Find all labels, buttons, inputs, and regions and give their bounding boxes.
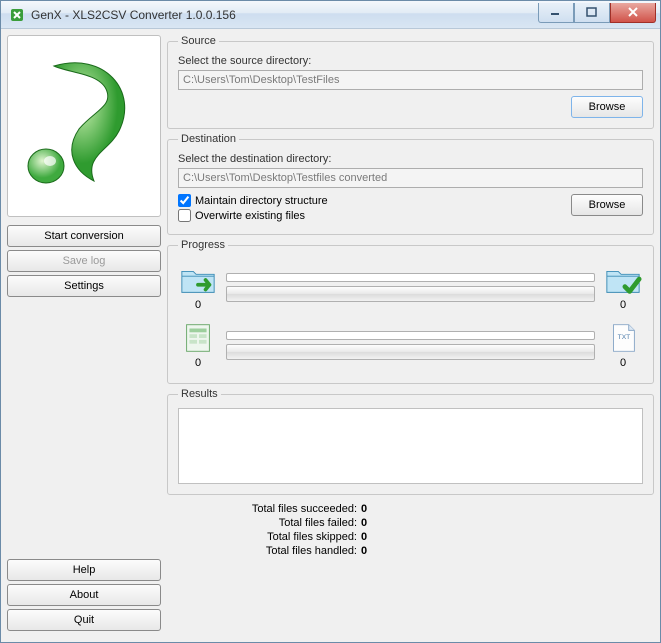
files-out-count: 0 [603, 357, 643, 369]
results-group: Results [167, 388, 654, 495]
progress-bar-files-thin [226, 331, 595, 340]
total-succeeded-value: 0 [361, 503, 367, 515]
progress-bar-folders [226, 286, 595, 302]
titlebar[interactable]: GenX - XLS2CSV Converter 1.0.0.156 [1, 1, 660, 29]
help-button[interactable]: Help [7, 559, 161, 581]
overwrite-files-checkbox[interactable] [178, 209, 191, 222]
progress-group: Progress 0 [167, 239, 654, 384]
minimize-button[interactable] [538, 3, 574, 23]
total-skipped-value: 0 [361, 531, 367, 543]
destination-group: Destination Select the destination direc… [167, 133, 654, 235]
total-failed-label: Total files failed: [197, 517, 357, 529]
source-browse-button[interactable]: Browse [571, 96, 643, 118]
app-icon [9, 7, 25, 23]
progress-bar-folders-thin [226, 273, 595, 282]
results-textarea[interactable] [178, 408, 643, 484]
total-failed-value: 0 [361, 517, 367, 529]
close-button[interactable] [610, 3, 656, 23]
destination-legend: Destination [178, 133, 239, 145]
total-handled-value: 0 [361, 545, 367, 557]
about-button[interactable]: About [7, 584, 161, 606]
maximize-button[interactable] [574, 3, 610, 23]
start-conversion-button[interactable]: Start conversion [7, 225, 161, 247]
totals-summary: Total files succeeded: 0 Total files fail… [167, 499, 654, 559]
total-succeeded-label: Total files succeeded: [197, 503, 357, 515]
source-group: Source Select the source directory: Brow… [167, 35, 654, 129]
destination-label: Select the destination directory: [178, 153, 643, 165]
overwrite-files-label: Overwirte existing files [195, 210, 305, 222]
folders-out-count: 0 [603, 299, 643, 311]
save-log-button[interactable]: Save log [7, 250, 161, 272]
app-window: GenX - XLS2CSV Converter 1.0.0.156 [0, 0, 661, 643]
xls-file-icon [178, 321, 218, 355]
total-handled-label: Total files handled: [197, 545, 357, 557]
quit-button[interactable]: Quit [7, 609, 161, 631]
source-label: Select the source directory: [178, 55, 643, 67]
progress-legend: Progress [178, 239, 228, 251]
destination-path-input[interactable] [178, 168, 643, 188]
files-in-count: 0 [178, 357, 218, 369]
results-legend: Results [178, 388, 221, 400]
maintain-structure-label: Maintain directory structure [195, 195, 328, 207]
destination-browse-button[interactable]: Browse [571, 194, 643, 216]
progress-bar-files [226, 344, 595, 360]
svg-text:TXT: TXT [618, 334, 631, 341]
window-title: GenX - XLS2CSV Converter 1.0.0.156 [31, 8, 538, 22]
folder-out-icon [603, 263, 643, 297]
app-logo [7, 35, 161, 217]
folder-in-icon [178, 263, 218, 297]
source-path-input[interactable] [178, 70, 643, 90]
settings-button[interactable]: Settings [7, 275, 161, 297]
source-legend: Source [178, 35, 219, 47]
folders-in-count: 0 [178, 299, 218, 311]
total-skipped-label: Total files skipped: [197, 531, 357, 543]
maintain-structure-checkbox[interactable] [178, 194, 191, 207]
txt-file-icon: TXT [603, 321, 643, 355]
window-controls [538, 3, 660, 23]
